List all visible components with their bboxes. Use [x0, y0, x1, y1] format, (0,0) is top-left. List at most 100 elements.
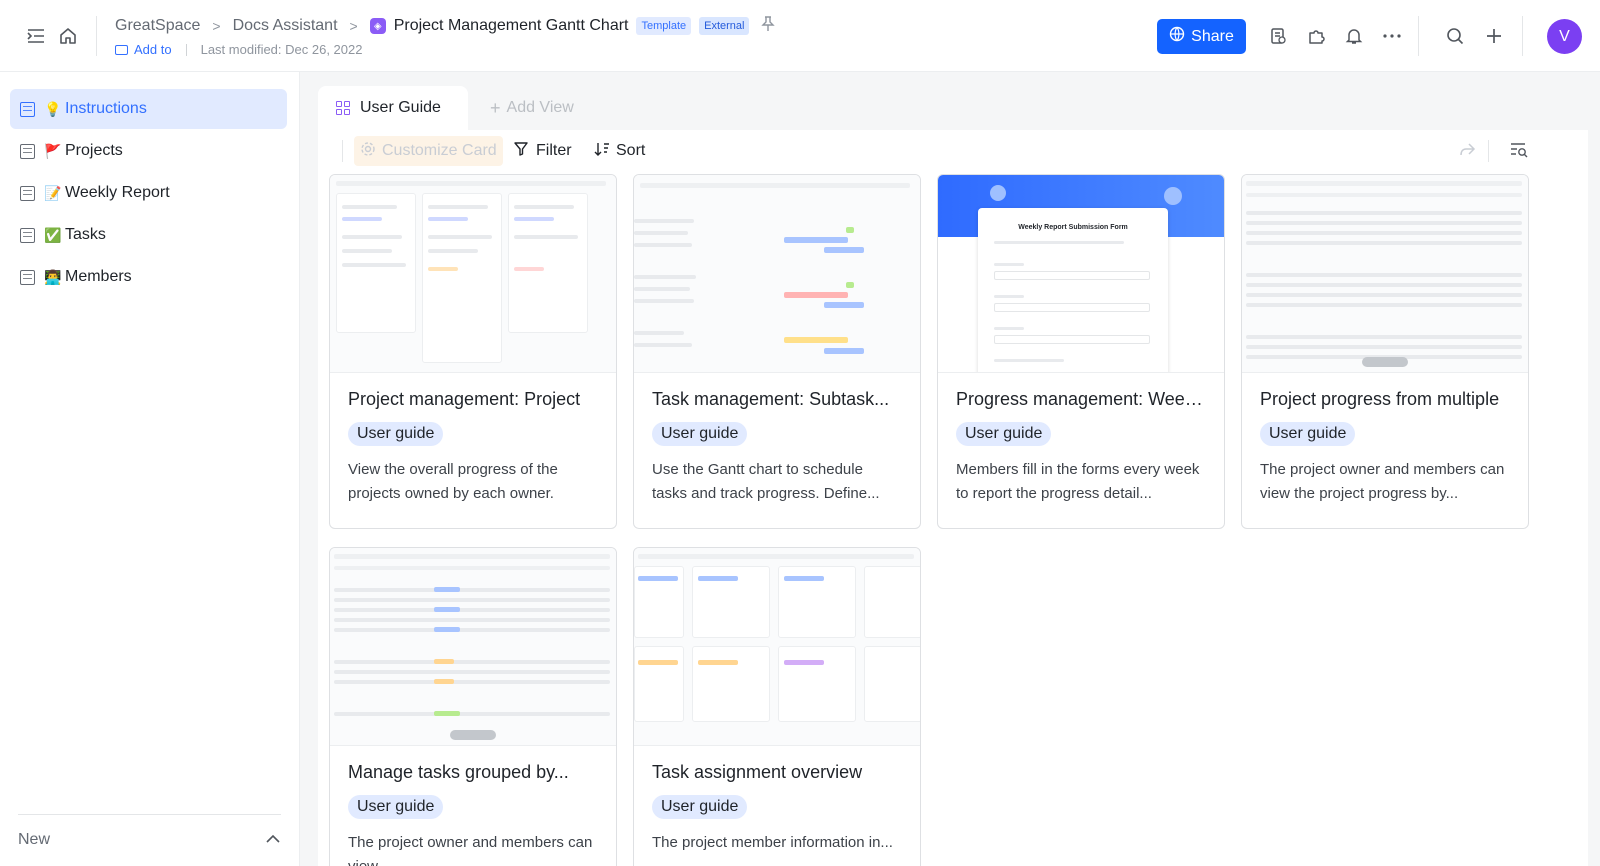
last-modified: Last modified: Dec 26, 2022 — [200, 42, 363, 57]
check-mark-icon: ✅ — [44, 226, 62, 243]
card-description: The project owner and members can view..… — [348, 834, 593, 866]
header-divider — [1522, 16, 1523, 56]
card-cover-image — [634, 175, 920, 373]
sidebar: 💡 Instructions 🚩 Projects 📝 Weekly Repor… — [0, 72, 300, 866]
chevron-right-icon: > — [212, 18, 221, 34]
gallery-card[interactable]: Project management: Project User guide V… — [329, 174, 617, 529]
more-options-icon[interactable] — [1380, 24, 1404, 48]
search-icon[interactable] — [1443, 24, 1467, 48]
breadcrumb-folder[interactable]: Docs Assistant — [233, 17, 338, 35]
card-tag: User guide — [652, 422, 748, 446]
share-view-icon[interactable] — [1458, 142, 1476, 163]
breadcrumb-workspace[interactable]: GreatSpace — [115, 17, 200, 35]
carousel-indicator — [1362, 357, 1408, 367]
card-cover-image: Weekly Report Submission Form — [938, 175, 1224, 373]
view-tabbar: User Guide + Add View — [318, 86, 1588, 130]
card-title: Project progress from multiple — [1260, 389, 1500, 409]
card-title: Progress management: Weekly — [956, 389, 1206, 409]
add-view-label: Add View — [506, 99, 574, 116]
view-toolbar: Customize Card Filter Sort — [318, 130, 1588, 172]
template-badge: Template — [636, 17, 692, 35]
divider — [1488, 140, 1489, 162]
sort-label: Sort — [616, 142, 646, 159]
notification-bell-icon[interactable] — [1342, 24, 1366, 48]
customize-card-button[interactable]: Customize Card — [354, 136, 503, 166]
external-badge: External — [699, 17, 750, 35]
sidebar-item-label: Tasks — [65, 226, 106, 243]
gear-icon — [360, 141, 376, 162]
gallery-view-icon — [336, 101, 350, 115]
new-label: New — [18, 831, 51, 848]
table-icon — [20, 101, 35, 117]
gallery-card[interactable]: Task assignment overview User guide The … — [633, 547, 921, 866]
pin-icon[interactable] — [761, 16, 776, 36]
table-icon — [20, 185, 35, 201]
sidebar-item-label: Projects — [65, 142, 123, 159]
globe-icon — [1169, 26, 1185, 47]
tab-label: User Guide — [360, 99, 441, 116]
add-to-button[interactable]: Add to — [115, 42, 172, 57]
gallery-card[interactable]: Task management: Subtask... User guide U… — [633, 174, 921, 529]
card-title: Task assignment overview — [652, 762, 863, 782]
filter-icon — [514, 141, 530, 162]
header-divider — [1418, 16, 1419, 56]
filter-label: Filter — [536, 142, 572, 159]
sidebar-item-weekly-report[interactable]: 📝 Weekly Report — [10, 173, 287, 213]
sidebar-item-tasks[interactable]: ✅ Tasks — [10, 215, 287, 255]
card-cover-image — [1242, 175, 1528, 373]
divider — [342, 140, 343, 162]
card-description: Members fill in the forms every week to … — [956, 461, 1200, 502]
top-header: GreatSpace > Docs Assistant > ◈ Project … — [0, 0, 1600, 72]
carousel-indicator — [450, 730, 496, 740]
main-content: User Guide + Add View Customize Card Fil… — [318, 86, 1588, 866]
sidebar-new-section[interactable]: New — [18, 814, 281, 849]
card-cover-image — [330, 548, 616, 746]
add-view-button[interactable]: + Add View — [490, 86, 574, 130]
sidebar-item-label: Instructions — [65, 100, 147, 117]
folder-icon — [115, 44, 128, 55]
card-tag: User guide — [956, 422, 1052, 446]
gallery-card[interactable]: Weekly Report Submission Form Progress m… — [937, 174, 1225, 529]
memo-icon: 📝 — [44, 184, 62, 201]
user-avatar[interactable]: V — [1547, 19, 1582, 54]
base-doc-icon: ◈ — [369, 18, 386, 34]
customize-label: Customize Card — [382, 142, 497, 159]
table-icon — [20, 143, 35, 159]
tab-user-guide[interactable]: User Guide — [318, 86, 468, 130]
breadcrumb: GreatSpace > Docs Assistant > ◈ Project … — [115, 16, 776, 36]
share-button[interactable]: Share — [1157, 19, 1246, 54]
technologist-icon: 👨‍💻 — [44, 268, 62, 285]
divider — [185, 43, 187, 56]
plugin-icon[interactable] — [1304, 24, 1328, 48]
card-description: View the overall progress of the project… — [348, 461, 558, 502]
sidebar-item-members[interactable]: 👨‍💻 Members — [10, 257, 287, 297]
sidebar-item-label: Weekly Report — [65, 184, 170, 201]
flag-icon: 🚩 — [44, 142, 62, 159]
home-icon[interactable] — [56, 24, 80, 48]
doc-title[interactable]: Project Management Gantt Chart — [394, 17, 629, 35]
collapse-sidebar-icon[interactable] — [24, 24, 48, 48]
doc-subline: Add to Last modified: Dec 26, 2022 — [115, 42, 362, 57]
sidebar-item-projects[interactable]: 🚩 Projects — [10, 131, 287, 171]
sidebar-item-instructions[interactable]: 💡 Instructions — [10, 89, 287, 129]
sort-button[interactable]: Sort — [588, 136, 651, 166]
card-title: Project management: Project — [348, 389, 581, 409]
table-icon — [20, 227, 35, 243]
card-cover-image — [634, 548, 920, 746]
sort-icon — [594, 141, 610, 162]
card-description: Use the Gantt chart to schedule tasks an… — [652, 461, 880, 502]
header-divider — [96, 16, 97, 56]
gallery-card[interactable]: Project progress from multiple User guid… — [1241, 174, 1529, 529]
filter-button[interactable]: Filter — [508, 136, 578, 166]
chevron-up-icon[interactable] — [265, 831, 281, 849]
lightbulb-icon: 💡 — [44, 100, 62, 117]
gallery-card[interactable]: Manage tasks grouped by... User guide Th… — [329, 547, 617, 866]
card-description: The project member information in... — [652, 834, 893, 851]
card-cover-image — [330, 175, 616, 373]
sidebar-item-label: Members — [65, 268, 132, 285]
card-title: Manage tasks grouped by... — [348, 762, 569, 782]
plus-icon[interactable] — [1482, 24, 1506, 48]
form-title: Weekly Report Submission Form — [1018, 224, 1128, 231]
document-info-icon[interactable] — [1266, 24, 1290, 48]
search-records-icon[interactable] — [1510, 142, 1528, 163]
